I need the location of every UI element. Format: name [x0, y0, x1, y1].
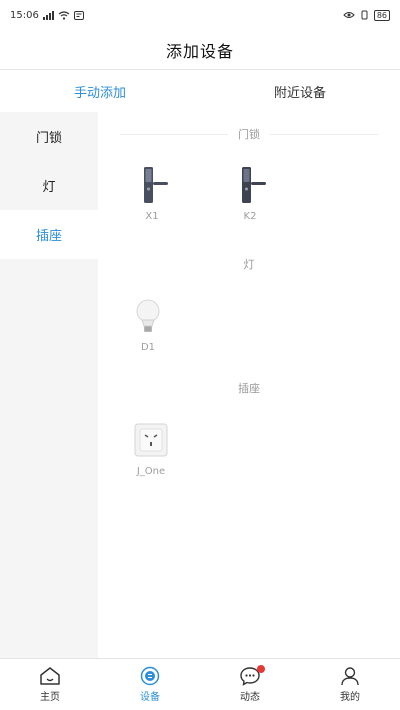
nav-item-profile[interactable]: 我的 [300, 659, 400, 710]
nav-label: 我的 [340, 692, 360, 703]
notification-badge [257, 665, 265, 673]
eye-icon [343, 12, 355, 18]
divider [120, 388, 228, 389]
device-item-j-one[interactable]: J_One [121, 420, 181, 477]
light-bulb-icon [128, 296, 168, 336]
divider [270, 388, 378, 389]
status-right: 86 [343, 9, 390, 21]
status-bar: 15:06 86 [0, 0, 400, 30]
divider [120, 264, 234, 265]
device-item-d1[interactable]: D1 [118, 296, 178, 353]
section-header-socket: 插座 [120, 378, 378, 398]
wifi-icon [58, 10, 70, 20]
tab-bar: 手动添加 附近设备 [0, 72, 400, 110]
signal-icon [42, 10, 54, 20]
device-name: D1 [140, 342, 156, 353]
section-title: 灯 [243, 258, 255, 271]
section-title: 门锁 [238, 128, 260, 141]
page-header: 添加设备 [0, 30, 400, 70]
device-name: K2 [243, 211, 257, 222]
divider [120, 133, 228, 135]
sidebar-item-label: 插座 [35, 229, 62, 244]
device-item-k2[interactable]: K2 [220, 165, 280, 222]
sidebar-item-label: 灯 [42, 180, 56, 195]
vibrate-icon [361, 10, 368, 20]
tab-nearby-devices[interactable]: 附近设备 [200, 72, 400, 110]
status-time: 15:06 [10, 9, 39, 21]
notification-icon [73, 10, 84, 20]
device-catalog: 门锁 X1 K2 灯 D1 插座 J_One [98, 112, 400, 658]
nav-label: 设备 [140, 692, 160, 703]
section-header-light: 灯 [120, 254, 378, 274]
section-header-door-lock: 门锁 [120, 124, 378, 144]
door-lock-icon [132, 165, 172, 205]
tab-manual-add[interactable]: 手动添加 [0, 72, 200, 110]
nav-item-activity[interactable]: 动态 [200, 659, 300, 710]
socket-icon [131, 420, 171, 460]
sidebar-item-label: 门锁 [35, 131, 62, 146]
sidebar-item-light[interactable]: 灯 [0, 161, 98, 210]
nav-label: 主页 [40, 692, 60, 703]
device-icon [140, 666, 160, 686]
page-title: 添加设备 [165, 41, 234, 61]
divider [270, 133, 378, 135]
sidebar-item-door-lock[interactable]: 门锁 [0, 112, 98, 161]
sidebar-item-socket[interactable]: 插座 [0, 210, 98, 259]
device-name: X1 [145, 211, 159, 222]
battery-icon: 86 [373, 9, 390, 21]
bottom-nav: 主页 设备 动态 我的 [0, 658, 400, 710]
device-name: J_One [136, 466, 166, 477]
nav-label: 动态 [240, 692, 260, 703]
category-sidebar: 门锁 灯 插座 [0, 112, 98, 658]
home-icon [40, 667, 60, 685]
nav-item-home[interactable]: 主页 [0, 659, 100, 710]
tab-label: 手动添加 [73, 85, 126, 101]
door-lock-icon [230, 165, 270, 205]
battery-level: 86 [376, 10, 387, 20]
tab-label: 附近设备 [273, 85, 326, 101]
status-left: 15:06 [10, 10, 84, 21]
device-item-x1[interactable]: X1 [122, 165, 182, 222]
section-title: 插座 [238, 382, 260, 395]
nav-item-devices[interactable]: 设备 [100, 659, 200, 710]
divider [265, 264, 379, 265]
user-icon [341, 667, 359, 686]
